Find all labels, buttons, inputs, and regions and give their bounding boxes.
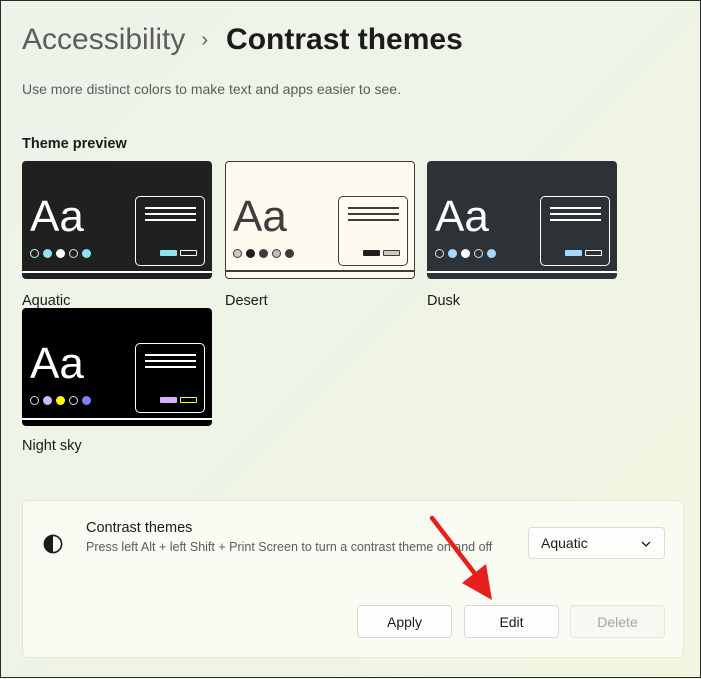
page-title: Contrast themes <box>226 23 463 56</box>
breadcrumb: Accessibility › Contrast themes <box>22 23 463 57</box>
delete-button[interactable]: Delete <box>570 605 665 638</box>
window-preview <box>135 343 205 413</box>
theme-desert[interactable]: Aa Desert <box>225 161 415 309</box>
theme-dusk-thumbnail[interactable]: Aa <box>427 161 617 279</box>
edit-button[interactable]: Edit <box>464 605 559 638</box>
color-swatches <box>30 396 95 405</box>
chevron-down-icon <box>641 541 651 547</box>
theme-preview-label: Theme preview <box>22 136 127 152</box>
sample-text: Aa <box>233 192 287 241</box>
theme-night-sky-thumbnail[interactable]: Aa <box>22 308 212 426</box>
sample-text: Aa <box>30 339 84 388</box>
color-swatches <box>30 249 95 258</box>
chevron-right-icon: › <box>201 28 209 51</box>
contrast-themes-description: Press left Alt + left Shift + Print Scre… <box>86 540 493 554</box>
window-preview <box>338 196 408 266</box>
theme-dusk-name: Dusk <box>427 293 461 309</box>
color-swatches <box>233 249 298 258</box>
color-swatches <box>435 249 500 258</box>
theme-select-value: Aquatic <box>541 535 588 551</box>
theme-aquatic-name: Aquatic <box>22 293 71 309</box>
theme-aquatic[interactable]: Aa Aquatic <box>22 161 212 309</box>
contrast-themes-card: Contrast themes Press left Alt + left Sh… <box>22 500 684 658</box>
sample-text: Aa <box>30 192 84 241</box>
theme-night-sky-name: Night sky <box>22 438 82 454</box>
theme-aquatic-thumbnail[interactable]: Aa <box>22 161 212 279</box>
breadcrumb-accessibility-link[interactable]: Accessibility <box>22 23 185 57</box>
sample-text: Aa <box>435 192 489 241</box>
contrast-icon <box>43 534 63 554</box>
theme-select-dropdown[interactable]: Aquatic <box>528 527 665 559</box>
theme-night-sky[interactable]: Aa Night sky <box>22 308 212 454</box>
window-preview <box>135 196 205 266</box>
contrast-themes-title: Contrast themes <box>86 520 193 536</box>
theme-desert-name: Desert <box>225 293 268 309</box>
theme-desert-thumbnail[interactable]: Aa <box>225 161 415 279</box>
apply-button[interactable]: Apply <box>357 605 452 638</box>
window-preview <box>540 196 610 266</box>
theme-dusk[interactable]: Aa Dusk <box>427 161 617 309</box>
page-description: Use more distinct colors to make text an… <box>22 81 401 97</box>
